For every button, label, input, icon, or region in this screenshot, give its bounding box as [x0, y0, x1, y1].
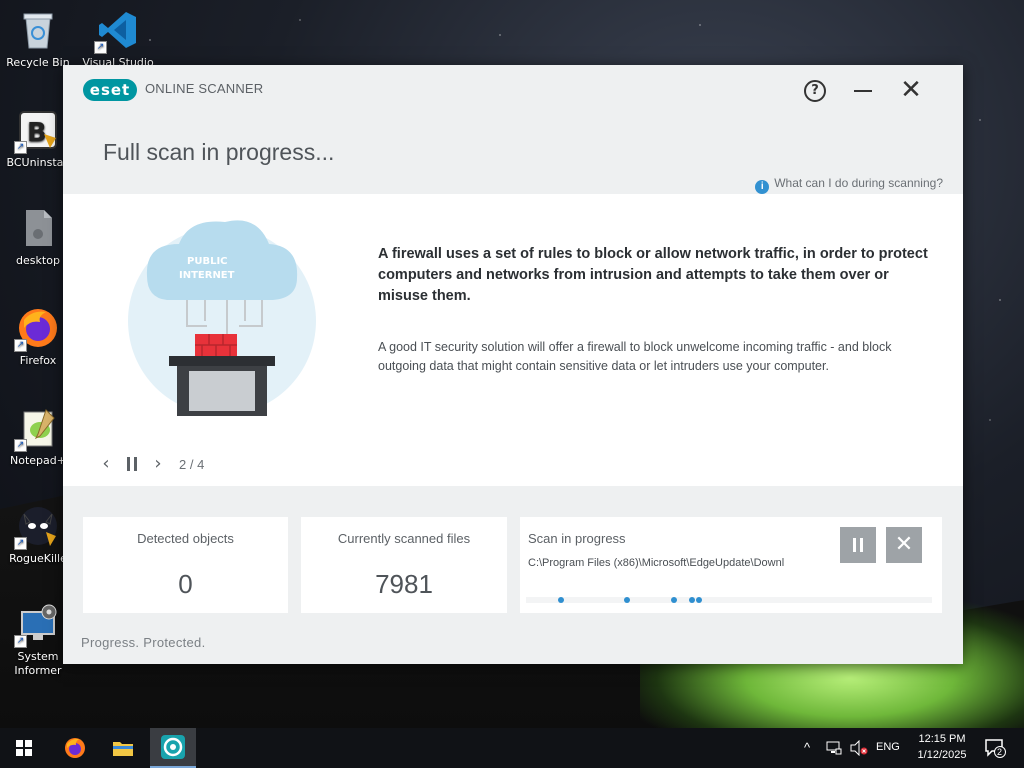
tip-counter: 2 / 4	[179, 456, 205, 472]
progress-dot	[671, 597, 677, 603]
scanned-files-label: Currently scanned files	[337, 531, 471, 546]
scan-progress-card: Scan in progress C:\Program Files (x86)\…	[520, 517, 942, 613]
pause-scan-button[interactable]	[840, 527, 876, 563]
clock-date: 1/12/2025	[917, 749, 967, 761]
shortcut-arrow-icon: ↗	[14, 635, 27, 648]
firefox-icon	[65, 738, 85, 758]
help-icon: ?	[804, 80, 826, 102]
taskbar-clock[interactable]: 12:15 PM 1/12/2025	[906, 731, 978, 768]
stop-scan-button[interactable]: ✕	[886, 527, 922, 563]
scanned-files-value: 7981	[375, 569, 433, 599]
info-icon: i	[755, 180, 770, 194]
clock-time: 12:15 PM	[918, 733, 966, 745]
desktop-icon-recycle-bin[interactable]: Recycle Bin	[2, 8, 74, 70]
previous-tip-button[interactable]: ‹	[95, 453, 117, 475]
start-button[interactable]	[0, 728, 46, 768]
taskbar-file-explorer[interactable]	[100, 728, 146, 768]
network-status-button[interactable]	[826, 740, 842, 768]
shortcut-arrow-icon: ↗	[14, 141, 27, 154]
progress-dot	[624, 597, 630, 603]
svg-text:B: B	[27, 118, 47, 148]
help-button[interactable]: ?	[801, 77, 829, 105]
progress-dot	[696, 597, 702, 603]
scanned-files-card: Currently scanned files 7981	[301, 517, 507, 613]
firefox-icon: ↗	[14, 306, 60, 352]
recycle-bin-icon	[16, 8, 60, 52]
taskbar-eset-online-scanner[interactable]	[150, 728, 196, 768]
notification-icon	[985, 739, 1006, 758]
progress-dot	[689, 597, 695, 603]
close-icon: ✕	[900, 75, 922, 105]
windows-start-icon	[16, 740, 32, 756]
minimize-button[interactable]	[849, 77, 877, 105]
notification-center-button[interactable]: 2	[984, 738, 1008, 768]
tip-panel: PUBLIC INTERNET A firewall uses a set of…	[63, 194, 963, 486]
progress-dot	[558, 597, 564, 603]
shortcut-arrow-icon: ↗	[94, 41, 107, 54]
help-link-text: What can I do during scanning?	[774, 176, 943, 190]
input-language-button[interactable]: ENG	[876, 741, 900, 768]
next-tip-button[interactable]: ›	[147, 453, 169, 475]
detected-objects-card: Detected objects 0	[83, 517, 288, 613]
taskbar: ^ ENG 12:15 PM 1/12/2025 2	[0, 728, 1024, 768]
tip-heading: A firewall uses a set of rules to block …	[378, 246, 928, 304]
roguekiller-icon: ↗	[14, 504, 60, 550]
network-icon	[826, 741, 842, 755]
pause-icon	[853, 538, 863, 552]
volume-muted-icon	[850, 739, 868, 757]
shortcut-arrow-icon: ↗	[14, 439, 27, 452]
firewall-illustration: PUBLIC INTERNET	[127, 206, 317, 416]
vscode-icon: ↗	[94, 8, 140, 54]
illustration-label-line2: INTERNET	[179, 270, 235, 281]
eset-scanner-icon	[161, 735, 185, 759]
detected-objects-value: 0	[178, 569, 193, 599]
window-titlebar[interactable]: eset ONLINE SCANNER ? ✕	[63, 65, 963, 117]
tip-carousel-controls: ‹ › 2 / 4	[95, 452, 204, 476]
shortcut-arrow-icon: ↗	[14, 339, 27, 352]
close-button[interactable]: ✕	[897, 77, 925, 105]
minimize-icon	[854, 90, 872, 92]
chevron-up-icon: ^	[804, 740, 811, 755]
app-name: ONLINE SCANNER	[145, 81, 264, 96]
pause-tips-button[interactable]	[121, 453, 143, 475]
eset-logo: eset	[83, 79, 137, 101]
desktop-icon-visual-studio[interactable]: ↗ Visual Studio	[82, 8, 154, 70]
footer-slogan: Progress. Protected.	[81, 635, 206, 650]
eset-online-scanner-window: eset ONLINE SCANNER ? ✕ Full scan in pro…	[63, 65, 963, 664]
close-icon: ✕	[894, 532, 914, 557]
volume-button[interactable]	[850, 739, 868, 768]
chevron-left-icon: ‹	[102, 453, 110, 474]
pause-icon	[127, 457, 137, 471]
page-title: Full scan in progress...	[103, 139, 335, 165]
notification-count: 2	[997, 747, 1003, 757]
current-file-path: C:\Program Files (x86)\Microsoft\EdgeUpd…	[528, 557, 785, 569]
detected-objects-label: Detected objects	[137, 531, 234, 546]
illustration-label-line1: PUBLIC	[187, 256, 228, 267]
help-link[interactable]: i What can I do during scanning?	[755, 176, 943, 194]
system-informer-icon: ↗	[14, 602, 60, 648]
show-hidden-icons-button[interactable]: ^	[804, 740, 810, 768]
shortcut-arrow-icon: ↗	[14, 537, 27, 550]
bcuninstaller-icon: B ↗	[14, 108, 60, 154]
notepadplusplus-icon: ↗	[14, 406, 60, 452]
scan-progress-title: Scan in progress	[528, 531, 626, 546]
chevron-right-icon: ›	[154, 453, 162, 474]
indeterminate-progress-bar	[526, 597, 932, 603]
file-icon	[16, 206, 60, 250]
folder-icon	[113, 742, 133, 756]
tip-body: A good IT security solution will offer a…	[378, 340, 892, 373]
taskbar-firefox[interactable]	[52, 728, 98, 768]
